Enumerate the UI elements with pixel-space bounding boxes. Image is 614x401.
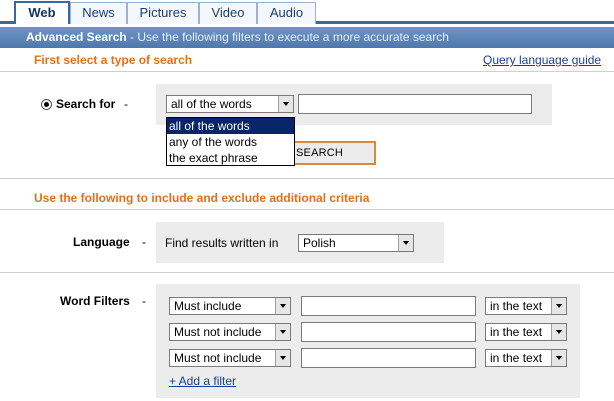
filter-location-select[interactable]: in the text [485,297,567,315]
section-divider [0,178,614,179]
word-filters-label: Word Filters [60,294,130,308]
search-type-section-title: First select a type of search [34,53,193,67]
filter-term-input[interactable] [301,296,476,316]
filter-location-select[interactable]: in the text [485,349,567,367]
header-description: - Use the following filters to execute a… [126,30,449,44]
search-mode-value: all of the words [171,97,252,111]
criteria-section-title: Use the following to include and exclude… [34,191,370,205]
section-divider [0,71,614,72]
tab-web[interactable]: Web [14,1,70,24]
option-all-of-the-words[interactable]: all of the words [167,118,294,134]
search-button[interactable]: SEARCH [284,141,376,165]
filter-term-input[interactable] [301,322,476,342]
search-mode-select[interactable]: all of the words [166,95,294,113]
chevron-down-icon [551,324,566,340]
option-any-of-the-words[interactable]: any of the words [167,134,294,150]
section-divider [0,272,614,273]
search-query-input[interactable] [298,94,532,114]
language-select[interactable]: Polish [298,234,414,252]
language-label: Language [73,235,130,249]
query-language-guide-link[interactable]: Query language guide [483,53,601,67]
word-filters-dash: - [142,294,146,308]
chevron-down-icon [398,235,413,251]
chevron-down-icon [551,350,566,366]
filter-mode-select[interactable]: Must not include [169,349,291,367]
language-value: Polish [303,236,336,250]
search-for-label: Search for [56,97,116,111]
header-title: Advanced Search [26,30,127,44]
filter-mode-value: Must not include [174,351,262,365]
section-divider [0,209,614,210]
tab-pictures[interactable]: Pictures [127,2,199,24]
search-for-radio[interactable] [41,99,52,110]
chevron-down-icon [278,96,293,112]
search-mode-dropdown-list: all of the words any of the words the ex… [166,117,295,166]
option-the-exact-phrase[interactable]: the exact phrase [167,150,294,166]
language-dash: - [142,235,146,249]
search-tabs: Web News Pictures Video Audio [0,0,614,24]
tab-news[interactable]: News [70,2,127,24]
filter-location-select[interactable]: in the text [485,323,567,341]
search-for-dash: - [124,97,128,111]
filter-mode-select[interactable]: Must not include [169,323,291,341]
tab-video[interactable]: Video [199,2,257,24]
filter-mode-value: Must not include [174,325,262,339]
tab-audio[interactable]: Audio [257,2,316,24]
filter-term-input[interactable] [301,348,476,368]
chevron-down-icon [551,298,566,314]
language-prompt: Find results written in [165,236,279,250]
advanced-search-header: Advanced Search - Use the following filt… [0,27,614,48]
chevron-down-icon [275,298,290,314]
chevron-down-icon [275,324,290,340]
add-filter-link[interactable]: + Add a filter [169,374,236,388]
filter-mode-select[interactable]: Must include [169,297,291,315]
filter-mode-value: Must include [174,299,242,313]
chevron-down-icon [275,350,290,366]
